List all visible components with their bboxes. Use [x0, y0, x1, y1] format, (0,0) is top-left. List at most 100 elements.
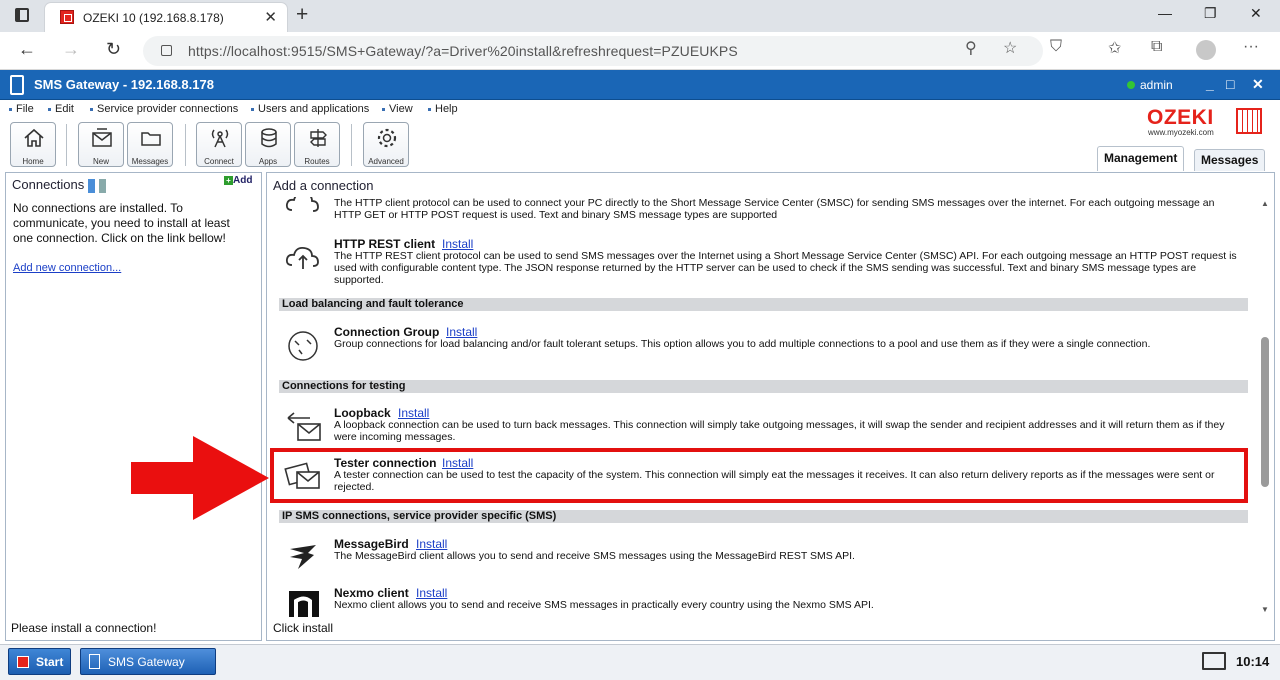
close-tab-icon[interactable]: ✕ — [264, 8, 277, 26]
clock: 10:14 — [1236, 654, 1270, 669]
menu-service-provider[interactable]: Service provider connections — [90, 103, 238, 115]
red-arrow-icon — [131, 436, 269, 520]
more-options-icon[interactable]: ··· — [1243, 38, 1259, 56]
menu-users-apps[interactable]: Users and applications — [251, 103, 369, 115]
globe-icon — [288, 331, 318, 361]
folder-icon — [141, 132, 161, 146]
app-maximize-icon[interactable]: □ — [1226, 76, 1234, 92]
list-item-nexmo: Nexmo client Install Nexmo client allows… — [278, 586, 1248, 617]
connection-list[interactable]: The HTTP client protocol can be used to … — [268, 197, 1258, 617]
profile-avatar[interactable] — [1196, 40, 1216, 60]
home-button[interactable]: Home — [10, 122, 56, 167]
gear-icon — [377, 128, 397, 148]
tab-messages[interactable]: Messages — [1194, 149, 1266, 171]
start-button[interactable]: Start — [8, 648, 71, 675]
taskbar: Start SMS Gateway 10:14 — [0, 644, 1280, 680]
close-window-icon[interactable]: ✕ — [1250, 5, 1262, 22]
browser-tab[interactable]: OZEKI 10 (192.168.8.178) ✕ — [44, 2, 288, 32]
antenna-icon — [211, 129, 229, 148]
ozeki-logo-icon — [1236, 108, 1262, 134]
menu-edit[interactable]: Edit — [48, 103, 74, 115]
minimize-window-icon[interactable]: — — [1158, 5, 1172, 21]
menu-help[interactable]: Help — [428, 103, 458, 115]
scroll-up-icon[interactable]: ▲ — [1261, 199, 1269, 208]
app-close-icon[interactable]: ✕ — [1252, 76, 1264, 93]
messages-button[interactable]: Messages — [127, 122, 173, 167]
list-item-http-rest: HTTP REST client Install The HTTP REST c… — [278, 237, 1248, 287]
vertical-scrollbar[interactable]: ▲ ▼ — [1258, 197, 1272, 617]
install-http-rest-link[interactable]: Install — [442, 237, 473, 251]
install-loopback-link[interactable]: Install — [398, 406, 429, 420]
favorite-add-icon[interactable]: ☆ — [1003, 38, 1017, 58]
right-status-text: Click install — [273, 621, 334, 635]
new-tab-icon[interactable]: + — [296, 3, 308, 27]
item-name: Tester connection — [334, 456, 437, 470]
url-text[interactable]: https://localhost:9515/SMS+Gateway/?a=Dr… — [188, 43, 738, 59]
install-connection-group-link[interactable]: Install — [446, 325, 477, 339]
menu-file[interactable]: File — [9, 103, 34, 115]
new-message-icon — [92, 128, 112, 147]
lock-icon — [161, 45, 172, 56]
network-icon — [87, 178, 106, 193]
connect-button[interactable]: Connect — [196, 122, 242, 167]
item-name: HTTP REST client — [334, 237, 436, 251]
zoom-icon[interactable]: ⚲ — [965, 38, 977, 58]
menu-view[interactable]: View — [382, 103, 413, 115]
sms-gateway-icon — [10, 75, 24, 95]
restore-window-icon[interactable]: ❐ — [1204, 5, 1217, 22]
favorites-icon[interactable]: ✩ — [1108, 38, 1121, 58]
tester-envelopes-icon — [284, 462, 320, 489]
apps-button[interactable]: Apps — [245, 122, 291, 167]
add-new-connection-link[interactable]: Add new connection... — [13, 262, 121, 274]
new-button[interactable]: New — [78, 122, 124, 167]
connections-title: Connections — [12, 177, 106, 193]
scroll-down-icon[interactable]: ▼ — [1261, 605, 1269, 614]
add-connection-title: Add a connection — [273, 178, 374, 193]
back-icon[interactable]: ← — [18, 39, 36, 60]
monitor-icon[interactable] — [1202, 652, 1226, 670]
list-item-messagebird: MessageBird Install The MessageBird clie… — [278, 537, 1248, 577]
install-tester-link[interactable]: Install — [442, 456, 473, 470]
address-bar[interactable]: https://localhost:9515/SMS+Gateway/?a=Dr… — [143, 36, 1043, 66]
no-connections-message: No connections are installed. To communi… — [13, 201, 230, 245]
collections-icon[interactable]: ⧉ — [1151, 38, 1162, 56]
item-description: Nexmo client allows you to send and rece… — [334, 599, 874, 611]
toolbar-separator — [66, 124, 67, 166]
install-messagebird-link[interactable]: Install — [416, 537, 447, 551]
messagebird-icon — [290, 545, 316, 569]
add-connection-button[interactable]: + Add — [224, 175, 252, 186]
list-item-tester-connection: Tester connection Install A tester conne… — [278, 456, 1248, 496]
refresh-icon[interactable]: ↻ — [106, 39, 121, 60]
taskbar-sms-gateway[interactable]: SMS Gateway — [80, 648, 216, 675]
online-status-icon — [1127, 81, 1135, 89]
routes-button[interactable]: Routes — [294, 122, 340, 167]
toolbar: Home New Messages Connect Apps Routes Ad… — [0, 118, 1280, 172]
tab-actions-icon[interactable] — [15, 8, 29, 22]
user-name[interactable]: admin — [1140, 78, 1173, 92]
forward-icon[interactable]: → — [62, 39, 80, 60]
scroll-thumb[interactable] — [1261, 337, 1269, 487]
toolbar-separator — [351, 124, 352, 166]
section-testing: Connections for testing — [279, 380, 1248, 393]
item-description: The HTTP REST client protocol can be use… — [334, 250, 1237, 286]
advanced-button[interactable]: Advanced — [363, 122, 409, 167]
app-title: SMS Gateway - 192.168.8.178 — [34, 77, 214, 92]
app-minimize-icon[interactable]: _ — [1206, 76, 1214, 92]
tab-management[interactable]: Management — [1097, 146, 1185, 171]
shield-icon[interactable]: ⛉ — [1050, 38, 1062, 56]
signpost-icon — [310, 129, 327, 147]
app-header: SMS Gateway - 192.168.8.178 admin _ □ ✕ — [0, 70, 1280, 100]
item-name: Loopback — [334, 406, 391, 420]
ozeki-logo: OZEKI — [1147, 106, 1214, 129]
database-icon — [261, 128, 277, 148]
install-nexmo-link[interactable]: Install — [416, 586, 447, 600]
cloud-upload-icon — [285, 246, 319, 269]
home-icon — [24, 128, 44, 147]
favicon-icon — [60, 10, 74, 24]
list-item-http-client: The HTTP client protocol can be used to … — [278, 197, 1248, 224]
browser-tab-strip: OZEKI 10 (192.168.8.178) ✕ + — ❐ ✕ — [0, 0, 1280, 32]
tab-title: OZEKI 10 (192.168.8.178) — [83, 11, 224, 25]
sms-gateway-icon — [89, 654, 100, 669]
logo-url: www.myozeki.com — [1148, 128, 1214, 137]
item-description: The MessageBird client allows you to sen… — [334, 550, 855, 562]
